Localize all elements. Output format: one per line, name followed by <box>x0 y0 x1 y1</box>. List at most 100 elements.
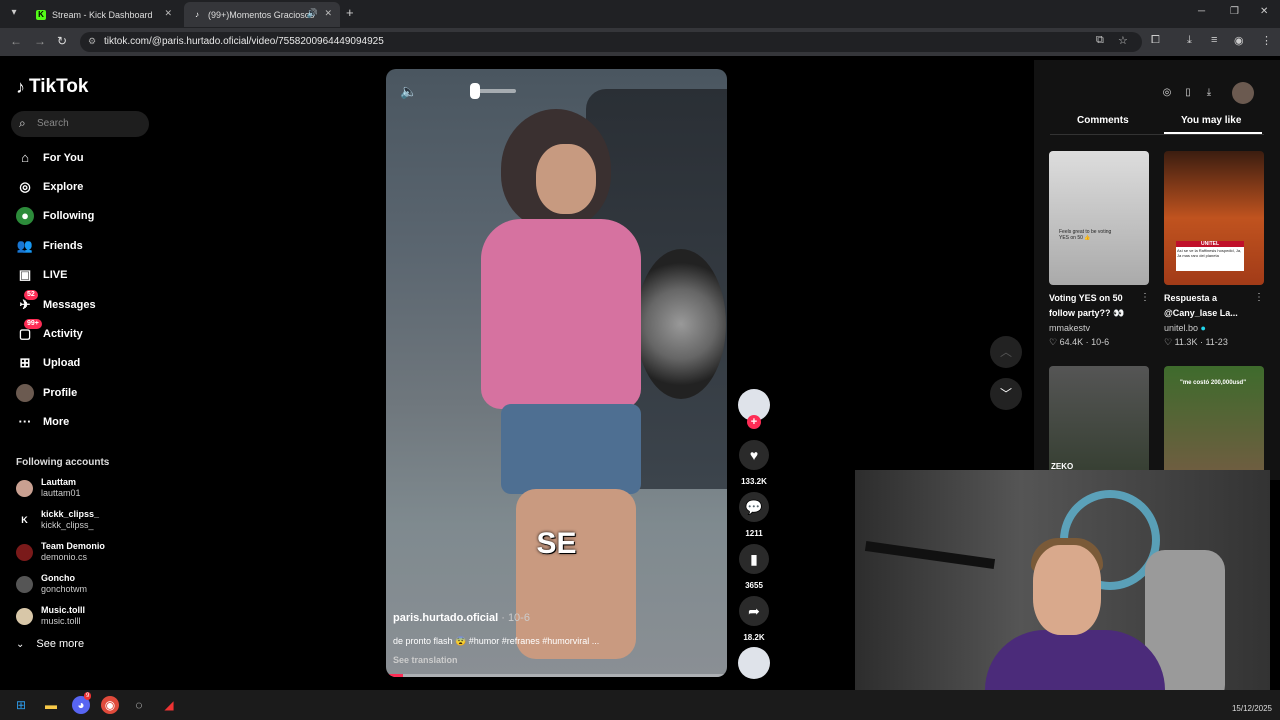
tab-you-may-like[interactable]: You may like <box>1181 115 1241 126</box>
download-icon[interactable]: ⤓ <box>1198 82 1220 104</box>
share-arrow-icon[interactable]: ➦ <box>739 596 769 626</box>
new-tab-button[interactable]: + <box>346 5 354 20</box>
sound-avatar[interactable] <box>738 647 770 679</box>
volume-slider-handle[interactable] <box>470 83 480 99</box>
video-date: 10-6 <box>507 612 530 624</box>
nav-friends[interactable]: 👥 Friends <box>16 235 83 257</box>
device-icon[interactable]: ▯ <box>1177 82 1199 104</box>
account-username: lauttam01 <box>41 488 81 498</box>
video-user[interactable]: unitel.bo ● <box>1164 323 1206 333</box>
forward-icon[interactable]: → <box>34 34 46 48</box>
tiktok-logo[interactable]: ♪ TikTok <box>16 76 88 98</box>
tab-title: Stream - Kick Dashboard <box>52 9 153 20</box>
media-controls-icon[interactable]: ≡ <box>1211 34 1217 46</box>
chrome-icon[interactable]: ◉ <box>101 696 119 714</box>
avatar: K <box>16 511 33 529</box>
tab-close-icon[interactable]: ✕ <box>164 8 172 19</box>
compass-icon[interactable]: ◎ <box>1156 82 1178 104</box>
home-icon: ⌂ <box>21 150 29 165</box>
install-app-icon[interactable]: ⧉ <box>1096 34 1104 47</box>
nav-more[interactable]: ··· More <box>16 411 70 433</box>
bookmark-star-icon[interactable]: ☆ <box>1118 34 1128 47</box>
browser-menu-icon[interactable]: ⋮ <box>1261 34 1272 47</box>
bookmark-icon[interactable]: ▮ <box>739 544 769 574</box>
nav-label: LIVE <box>43 269 68 281</box>
nav-profile[interactable]: Profile <box>16 382 77 404</box>
following-account[interactable]: Music.tolll music.tolll <box>16 603 85 629</box>
see-more-button[interactable]: ⌄ See more <box>16 638 84 650</box>
nav-activity[interactable]: ▢ 99+ Activity <box>16 319 83 345</box>
video-date: 10-6 <box>1091 337 1110 347</box>
following-account[interactable]: Team Demonio demonio.cs <box>16 539 105 565</box>
video-player[interactable]: 🔈 SE paris.hurtado.oficial · 10-6 de pro… <box>386 69 727 677</box>
following-account[interactable]: Goncho gonchotwm <box>16 571 87 597</box>
tab-search-icon[interactable]: ▾ <box>6 5 22 21</box>
discord-icon[interactable]: ◕ 9 <box>72 692 92 714</box>
address-bar[interactable]: ⚙ tiktok.com/@paris.hurtado.oficial/vide… <box>80 32 1142 52</box>
back-icon[interactable]: ← <box>10 34 22 48</box>
site-info-icon[interactable]: ⚙ <box>88 36 96 47</box>
heart-icon: ♡ <box>1164 337 1173 347</box>
following-accounts-header: Following accounts <box>16 457 110 468</box>
unitel-banner: UNITEL Así se ve la Raffinesis hospedid,… <box>1176 241 1244 271</box>
nav-following[interactable]: ● Following <box>16 205 94 227</box>
extensions-icon[interactable]: ⧠ <box>1151 34 1160 47</box>
like-count: 64.4K <box>1059 337 1084 347</box>
streamer-webcam: Z <box>855 470 1270 705</box>
video-thumbnail[interactable]: Feels great to be voting YES on 50 👍 <box>1049 151 1149 285</box>
previous-video-chevron-up-icon[interactable]: ︿ <box>990 336 1022 368</box>
right-panel: ◎ ▯ ⤓ Comments You may like Feels great … <box>1034 60 1280 500</box>
author-name: paris.hurtado.oficial <box>393 612 499 624</box>
nav-explore[interactable]: ◎ Explore <box>16 176 83 198</box>
follow-plus-icon[interactable]: + <box>747 415 761 429</box>
windows-start-icon[interactable]: ⊞ <box>12 696 30 714</box>
tab-tiktok[interactable]: ♪ (99+)Momentos Graciosos 🔊 ✕ <box>184 2 340 27</box>
obs-icon[interactable]: ◌ <box>130 696 148 714</box>
verified-badge-icon: ● <box>1200 323 1206 333</box>
avatar <box>16 479 33 497</box>
video-progress-bar[interactable] <box>386 674 727 677</box>
heart-icon: ♡ <box>1049 337 1058 347</box>
video-title[interactable]: Voting YES on 50 follow party?? 👀 <box>1049 291 1149 321</box>
avatar <box>16 607 33 625</box>
volume-icon[interactable]: 🔈 <box>400 83 417 100</box>
following-account[interactable]: Lauttam lauttam01 <box>16 475 81 501</box>
nav-messages[interactable]: ✈ 52 Messages <box>16 290 96 316</box>
tab-audio-icon[interactable]: 🔊 <box>307 8 318 19</box>
next-video-chevron-down-icon[interactable]: ﹀ <box>990 378 1022 410</box>
account-name: Music.tolll <box>41 605 86 615</box>
video-user[interactable]: mmakestv <box>1049 323 1090 333</box>
video-thumbnail[interactable]: UNITEL Así se ve la Raffinesis hospedid,… <box>1164 151 1264 285</box>
video-author[interactable]: paris.hurtado.oficial · 10-6 <box>393 612 530 624</box>
tiktok-icon: ♪ <box>195 9 199 19</box>
downloads-icon[interactable]: ⤓ <box>1187 34 1192 47</box>
following-account[interactable]: K kickk_clipss_ kickk_clipss_ <box>16 507 99 533</box>
avatar <box>16 543 33 561</box>
app-icon[interactable]: ◢ <box>160 696 178 714</box>
restore-icon[interactable]: ❐ <box>1230 6 1239 17</box>
file-explorer-icon[interactable]: ▬ <box>42 696 60 714</box>
tab-title: (99+)Momentos Graciosos <box>208 9 315 20</box>
video-title[interactable]: Respuesta a @Cany_lase La... <box>1164 291 1264 321</box>
activity-badge: 99+ <box>24 319 42 329</box>
share-count: 18.2K <box>743 633 765 642</box>
profile-icon <box>16 384 34 402</box>
nav-live[interactable]: ▣ LIVE <box>16 264 68 286</box>
comment-icon[interactable]: 💬 <box>739 492 769 522</box>
user-avatar[interactable] <box>1232 82 1254 104</box>
see-translation-link[interactable]: See translation <box>393 655 458 665</box>
like-heart-icon[interactable]: ♥ <box>739 440 769 470</box>
streamer-face <box>1033 545 1101 635</box>
minimize-icon[interactable]: ─ <box>1198 6 1205 17</box>
search-input[interactable]: ⌕ Search <box>11 111 149 137</box>
nav-for-you[interactable]: ⌂ For You <box>16 147 83 169</box>
tab-kick-dashboard[interactable]: K Stream - Kick Dashboard ✕ <box>28 2 180 27</box>
video-description: de pronto flash 😨 #humor #refranes #humo… <box>393 636 600 646</box>
tab-close-icon[interactable]: ✕ <box>324 8 332 19</box>
close-window-icon[interactable]: ✕ <box>1260 6 1268 17</box>
nav-upload[interactable]: ⊞ Upload <box>16 352 81 374</box>
reload-icon[interactable]: ↻ <box>57 34 67 48</box>
profile-avatar-icon[interactable]: ◉ <box>1234 34 1244 47</box>
tab-comments[interactable]: Comments <box>1077 115 1129 126</box>
video-scene-shirt <box>481 219 641 409</box>
